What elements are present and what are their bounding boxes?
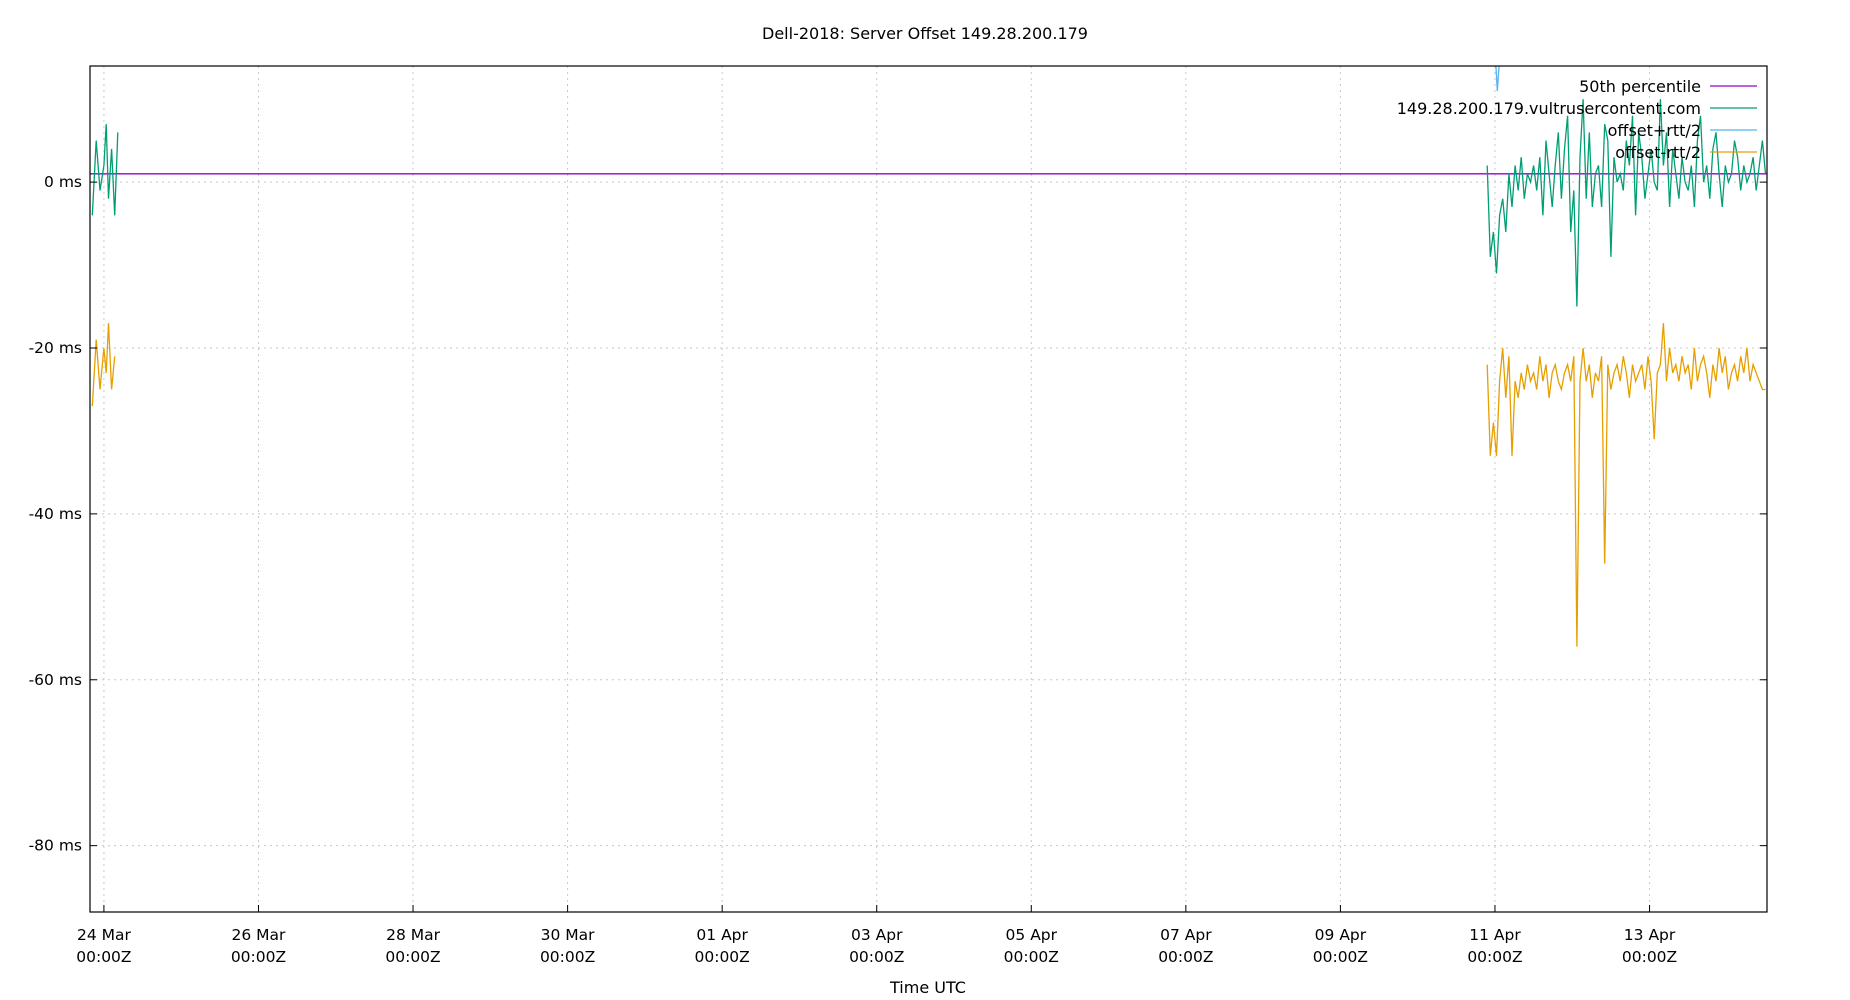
x-tick-label-date: 30 Mar	[541, 926, 596, 944]
x-tick-label-date: 01 Apr	[696, 926, 748, 944]
legend-label: offset+rtt/2	[1608, 121, 1701, 140]
series-line-offset-rtt-2	[1486, 323, 1766, 647]
x-tick-label-time: 00:00Z	[231, 948, 286, 966]
x-tick-label-date: 05 Apr	[1006, 926, 1058, 944]
y-tick-label: -20 ms	[29, 339, 82, 357]
plot-frame	[89, 65, 1768, 913]
x-tick-label-time: 00:00Z	[1004, 948, 1059, 966]
x-tick-label-time: 00:00Z	[540, 948, 595, 966]
series-line-149-28-200-179-vultrusercontent-com	[91, 124, 119, 216]
x-tick-label-time: 00:00Z	[1158, 948, 1213, 966]
y-tick-label: 0 ms	[44, 173, 82, 191]
x-axis-label: Time UTC	[889, 978, 966, 997]
x-tick-label-time: 00:00Z	[385, 948, 440, 966]
x-tick-label-time: 00:00Z	[1622, 948, 1677, 966]
chart-title: Dell-2018: Server Offset 149.28.200.179	[762, 24, 1088, 43]
legend-label: 149.28.200.179.vultrusercontent.com	[1397, 99, 1701, 118]
series-lines	[90, 66, 1767, 647]
x-tick-label-time: 00:00Z	[849, 948, 904, 966]
x-tick-label-date: 24 Mar	[77, 926, 132, 944]
legend-label: 50th percentile	[1579, 77, 1701, 96]
offset-chart: Dell-2018: Server Offset 149.28.200.179 …	[29, 24, 1768, 997]
series-line-offset-rtt-2	[1495, 66, 1500, 91]
grid-lines	[90, 66, 1767, 912]
x-tick-label-date: 11 Apr	[1469, 926, 1521, 944]
y-tick-label: -80 ms	[29, 837, 82, 855]
y-tick-label: -60 ms	[29, 671, 82, 689]
legend: 50th percentile 149.28.200.179.vultruserc…	[1397, 77, 1757, 162]
x-tick-label-time: 00:00Z	[695, 948, 750, 966]
x-tick-label-date: 28 Mar	[386, 926, 441, 944]
legend-label: offset-rtt/2	[1615, 143, 1701, 162]
x-tick-label-date: 03 Apr	[851, 926, 903, 944]
x-axis-ticks: 24 Mar 00:00Z 26 Mar 00:00Z 28 Mar 00:00Z 30 M…	[76, 905, 1677, 966]
x-tick-label-time: 00:00Z	[76, 948, 131, 966]
x-tick-label-date: 13 Apr	[1624, 926, 1676, 944]
y-tick-label: -40 ms	[29, 505, 82, 523]
x-tick-label-time: 00:00Z	[1467, 948, 1522, 966]
series-line-offset-rtt-2	[91, 323, 116, 407]
x-tick-label-date: 26 Mar	[232, 926, 287, 944]
x-tick-label-time: 00:00Z	[1313, 948, 1368, 966]
x-tick-label-date: 09 Apr	[1315, 926, 1367, 944]
x-tick-label-date: 07 Apr	[1160, 926, 1212, 944]
